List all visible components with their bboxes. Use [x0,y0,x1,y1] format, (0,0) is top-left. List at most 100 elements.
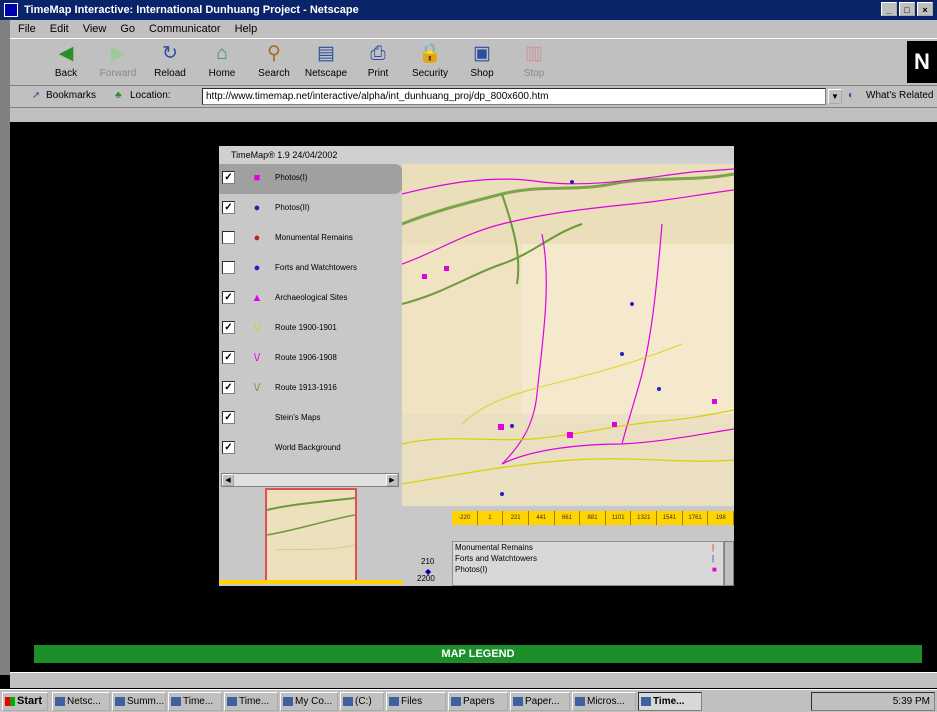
menu-communicator[interactable]: Communicator [149,20,221,38]
layer-checkbox[interactable]: ✓ [222,381,235,394]
taskbar-button[interactable]: Summ... [112,692,166,711]
applet-title: TimeMap® 1.9 24/04/2002 [219,146,734,164]
print-icon: ⎙ [370,43,386,64]
security-button[interactable]: 🔒 Security [404,43,456,79]
layer-row[interactable]: ● Monumental Remains [219,224,403,254]
legend-list-scrollbar[interactable] [724,541,734,586]
legend-item-label: Forts and Watchtowers [455,554,537,563]
taskbar-button[interactable]: (C:) [340,692,384,711]
layer-row[interactable]: ✓ ● Photos(II) [219,194,403,224]
timeline-tick[interactable]: 661 [555,511,581,525]
layer-checkbox[interactable]: ✓ [222,351,235,364]
bookmarks-icon[interactable]: ➚ [32,90,40,101]
home-button[interactable]: ⌂ Home [196,43,248,79]
scroll-right-arrow-icon[interactable]: ▶ [386,474,398,486]
layer-checkbox[interactable] [222,261,235,274]
page-proxy-icon[interactable]: ♣ [115,90,122,101]
timeline-tick[interactable]: 881 [580,511,606,525]
legend-horizontal-scrollbar[interactable]: ◀ ▶ [221,473,399,487]
layer-row[interactable]: ✓ Stein's Maps [219,404,403,434]
legend-list-item[interactable]: Photos(I) ■ [453,564,723,575]
layer-label: Photos(I) [275,173,308,182]
menu-go[interactable]: Go [120,20,135,38]
layer-row[interactable]: ● Forts and Watchtowers [219,254,403,284]
status-bar [10,672,937,688]
timeline-tick[interactable]: 198 [708,511,735,525]
layer-checkbox[interactable]: ✓ [222,171,235,184]
layer-row[interactable]: ✓ \/ Route 1900-1901 [219,314,403,344]
menu-bar: File Edit View Go Communicator Help [10,20,937,38]
stop-button[interactable]: ▥ Stop [508,43,560,79]
bookmarks-button[interactable]: Bookmarks [46,90,96,101]
taskbar-button[interactable]: Netsc... [52,692,110,711]
shop-button[interactable]: ▣ Shop [456,43,508,79]
layer-checkbox[interactable]: ✓ [222,411,235,424]
url-dropdown-button[interactable]: ▼ [828,89,842,104]
url-input[interactable] [202,88,826,105]
start-button[interactable]: Start [2,692,48,711]
minimize-button[interactable]: _ [881,2,897,16]
forward-button[interactable]: ▶ Forward [92,43,144,79]
layer-checkbox[interactable]: ✓ [222,321,235,334]
menu-view[interactable]: View [83,20,107,38]
map-legend-button[interactable]: MAP LEGEND [34,645,922,663]
layer-row[interactable]: ✓ \/ Route 1906-1908 [219,344,403,374]
taskbar-button[interactable]: Paper... [510,692,570,711]
timeline-tick[interactable]: 1761 [683,511,709,525]
taskbar-button[interactable]: Time... [224,692,278,711]
taskbar-button[interactable]: Time... [638,692,702,711]
layer-checkbox[interactable] [222,231,235,244]
taskbar-clock[interactable]: 5:39 PM [893,696,930,707]
taskbar-button[interactable]: Files [386,692,446,711]
time-start-value: 210 [421,557,435,566]
layer-row[interactable]: ✓ ■ Photos(I) [219,164,403,194]
timeline-tick[interactable]: 1321 [631,511,658,525]
layer-label: Route 1913-1916 [275,383,337,392]
menu-edit[interactable]: Edit [50,20,69,38]
legend-item-label: Photos(I) [455,565,488,574]
netscape-icon: ▤ [317,43,335,64]
windows-taskbar: Start Netsc... Summ... Time... Time... My Co… [0,689,937,712]
system-tray: 5:39 PM [811,692,935,711]
map-view[interactable] [402,164,734,506]
taskbar-button[interactable]: Papers [448,692,508,711]
layer-row[interactable]: ✓ ▲ Archaeological Sites [219,284,403,314]
layer-checkbox[interactable]: ✓ [222,441,235,454]
timeline-tick[interactable]: 441 [529,511,555,525]
netscape-app-icon[interactable] [4,3,18,17]
window-title-bar: TimeMap Interactive: International Dunhu… [0,0,937,20]
timeline-tick[interactable]: 1101 [606,511,632,525]
timeline-tick[interactable]: 1 [478,511,504,525]
menu-file[interactable]: File [18,20,36,38]
legend-list-item[interactable]: Forts and Watchtowers | [453,553,723,564]
timeline-bar[interactable]: -220 1 221 441 661 881 1101 1321 1541 1761 198 [452,511,735,525]
reload-button[interactable]: ↻ Reload [144,43,196,79]
print-button[interactable]: ⎙ Print [352,43,404,79]
taskbar-button[interactable]: Time... [168,692,222,711]
layer-row[interactable]: ✓ World Background [219,434,403,464]
maximize-button[interactable]: □ [899,2,915,16]
layer-checkbox[interactable]: ✓ [222,291,235,304]
legend-list-item[interactable]: Monumental Remains | [453,542,723,553]
taskbar-button[interactable]: My Co... [280,692,338,711]
timeline-tick[interactable]: 1541 [657,511,683,525]
back-button[interactable]: ◀ Back [40,43,92,79]
timeline-tick[interactable]: 221 [503,511,529,525]
search-button[interactable]: ⚲ Search [248,43,300,79]
whats-related-button[interactable]: What's Related [866,90,934,101]
close-button[interactable]: × [917,2,933,16]
feature-legend-list[interactable]: Monumental Remains | Forts and Watchtowers… [452,541,724,586]
netscape-button[interactable]: ▤ Netscape [300,43,352,79]
overview-canvas [267,490,355,582]
back-arrow-icon: ◀ [58,43,74,64]
layer-legend-panel: ✓ ■ Photos(I) ✓ ● Photos(II) ● Monumental Remai… [219,164,403,464]
scroll-left-arrow-icon[interactable]: ◀ [222,474,234,486]
overview-map[interactable] [265,488,357,584]
taskbar-button[interactable]: Micros... [572,692,636,711]
layer-row[interactable]: ✓ \/ Route 1913-1916 [219,374,403,404]
layer-checkbox[interactable]: ✓ [222,201,235,214]
menu-help[interactable]: Help [235,20,258,38]
whats-related-icon[interactable]: ◐ [848,90,854,101]
netscape-logo[interactable]: N [907,41,937,83]
timeline-tick[interactable]: -220 [452,511,478,525]
